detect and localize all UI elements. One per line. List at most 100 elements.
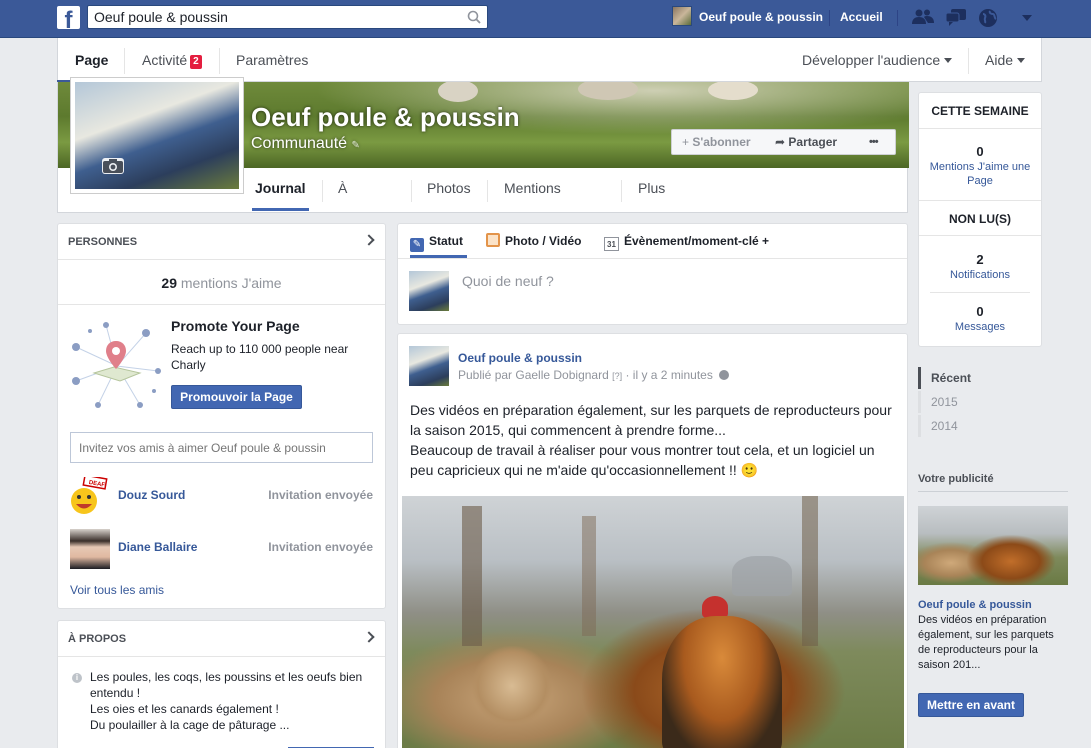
fence-post-shape xyxy=(802,496,818,646)
help-menu[interactable]: Aide xyxy=(985,38,1026,82)
post-author[interactable]: Oeuf poule & poussin xyxy=(458,351,582,365)
tab-photos[interactable]: Photos xyxy=(427,168,471,213)
divider xyxy=(124,48,125,74)
tab-activity[interactable]: Activité 2 xyxy=(142,38,202,82)
account-menu-chevron-icon[interactable] xyxy=(1022,15,1032,21)
messages-label[interactable]: Messages xyxy=(919,320,1041,334)
search-box[interactable] xyxy=(87,5,488,29)
cover-hen-shape xyxy=(438,82,478,102)
see-all-friends-link[interactable]: Voir tous les amis xyxy=(70,583,164,597)
page-admin-bar: Page Activité 2 Paramètres Développer l'a… xyxy=(57,38,1042,82)
invitation-status: Invitation envoyée xyxy=(268,540,373,554)
divider xyxy=(411,180,412,202)
share-label: Partager xyxy=(788,135,838,149)
tab-more-label: Plus xyxy=(638,180,666,196)
post-photo[interactable] xyxy=(402,496,904,748)
cover-hen-shape xyxy=(708,82,758,100)
tab-journal[interactable]: Journal xyxy=(255,168,306,213)
ad-image[interactable] xyxy=(918,506,1068,585)
page-avatar[interactable] xyxy=(409,346,449,386)
tab-likes[interactable]: Mentions J'aime xyxy=(504,168,561,236)
more-options-button[interactable]: ••• xyxy=(859,129,896,155)
globe-privacy-icon[interactable] xyxy=(719,370,730,380)
cover-hen-shape xyxy=(578,82,638,100)
share-button[interactable]: ➦ Partager xyxy=(765,129,860,155)
page-category[interactable]: Communauté ✎ xyxy=(251,135,360,153)
likes-summary[interactable]: 29 mentions J'aime xyxy=(58,261,385,305)
tab-status[interactable]: ✎ Statut xyxy=(410,224,463,258)
grow-audience-menu[interactable]: Développer l'audience xyxy=(802,38,953,82)
page-title[interactable]: Oeuf poule & poussin xyxy=(251,102,520,133)
post-published-by[interactable]: Publié par Gaelle Dobignard xyxy=(458,368,609,382)
promote-page-button[interactable]: Promouvoir la Page xyxy=(171,385,302,409)
invitation-status: Invitation envoyée xyxy=(268,488,373,502)
page-cover-section: Oeuf poule & poussin Communauté ✎ + S'ab… xyxy=(57,78,909,236)
tab-more[interactable]: Plus xyxy=(638,168,666,231)
active-tab-indicator xyxy=(252,208,309,211)
profile-picture[interactable] xyxy=(71,78,243,193)
search-input[interactable] xyxy=(88,6,448,28)
divider xyxy=(918,491,1068,492)
camera-icon[interactable] xyxy=(102,158,124,174)
post-card: Oeuf poule & poussin Publié par Gaelle D… xyxy=(397,333,908,748)
status-input[interactable]: Quoi de neuf ? xyxy=(462,273,882,289)
unread-header: NON LU(S) xyxy=(919,200,1041,236)
search-icon[interactable] xyxy=(467,10,481,24)
friend-name[interactable]: Diane Ballaire xyxy=(118,540,197,554)
coop-shape xyxy=(732,556,792,596)
friend-name[interactable]: Douz Sourd xyxy=(118,488,185,502)
friend-requests-icon[interactable] xyxy=(912,8,934,28)
home-link[interactable]: Accueil xyxy=(840,10,883,24)
page-category-label: Communauté xyxy=(251,135,348,152)
messages-value[interactable]: 0 xyxy=(919,304,1041,319)
tab-photo-video[interactable]: Photo / Vidéo xyxy=(486,224,581,258)
notifications-value[interactable]: 2 xyxy=(919,252,1041,267)
page-likes-label[interactable]: Mentions J'aime une Page xyxy=(927,160,1033,188)
your-ad-header: Votre publicité xyxy=(918,473,994,485)
this-week-header: CETTE SEMAINE xyxy=(919,93,1041,129)
about-card: À PROPOS i Les poules, les coqs, les pou… xyxy=(57,620,386,748)
friend-avatar[interactable] xyxy=(70,529,110,569)
profile-avatar[interactable] xyxy=(672,6,692,26)
boost-button[interactable]: Mettre en avant xyxy=(918,693,1024,717)
invite-friends-input[interactable] xyxy=(70,432,373,463)
facebook-logo-icon[interactable]: f xyxy=(57,6,80,29)
help-icon[interactable]: [?] xyxy=(612,371,622,381)
people-header[interactable]: PERSONNES xyxy=(58,224,385,260)
tab-life-event-label: Évènement/moment-clé + xyxy=(624,234,770,248)
notifications-label[interactable]: Notifications xyxy=(919,268,1041,282)
active-tab-indicator xyxy=(410,255,467,258)
post-time[interactable]: · il y a 2 minutes xyxy=(625,368,712,382)
ad-text: Des vidéos en préparation également, sur… xyxy=(918,614,1054,671)
chevron-right-icon[interactable] xyxy=(363,234,375,246)
grow-audience-label: Développer l'audience xyxy=(802,52,941,68)
info-icon: i xyxy=(72,673,82,683)
edit-category-icon[interactable]: ✎ xyxy=(352,140,360,151)
divider xyxy=(897,10,898,26)
timeline-year-2014[interactable]: 2014 xyxy=(918,415,1043,437)
friend-avatar[interactable]: DEAF xyxy=(70,474,110,517)
profile-name-link[interactable]: Oeuf poule & poussin xyxy=(699,10,823,24)
timeline-year-recent[interactable]: Récent xyxy=(918,367,1043,389)
rooster-comb-shape xyxy=(702,596,728,618)
divider xyxy=(487,180,488,202)
subscribe-button[interactable]: + S'abonner xyxy=(671,129,766,155)
tab-life-event[interactable]: 31 Évènement/moment-clé + xyxy=(604,224,769,258)
tab-page[interactable]: Page xyxy=(75,38,108,82)
tab-about[interactable]: À propos xyxy=(338,168,381,236)
promote-map-illustration xyxy=(70,319,164,413)
divider xyxy=(930,292,1030,293)
messages-icon[interactable] xyxy=(945,8,967,28)
page-avatar xyxy=(409,271,449,311)
timeline-year-2015[interactable]: 2015 xyxy=(918,391,1043,413)
about-header[interactable]: À PROPOS xyxy=(58,621,385,657)
post-text-line: Beaucoup de travail à réaliser pour vous… xyxy=(410,442,875,478)
ad-title[interactable]: Oeuf poule & poussin xyxy=(918,599,1068,611)
notifications-globe-icon[interactable] xyxy=(977,8,999,28)
plus-icon: + xyxy=(682,135,693,149)
pencil-icon: ✎ xyxy=(410,238,424,252)
page-likes-value[interactable]: 0 xyxy=(919,144,1041,159)
likes-count: 29 xyxy=(161,275,177,291)
tab-settings[interactable]: Paramètres xyxy=(236,38,308,82)
chevron-right-icon[interactable] xyxy=(363,631,375,643)
